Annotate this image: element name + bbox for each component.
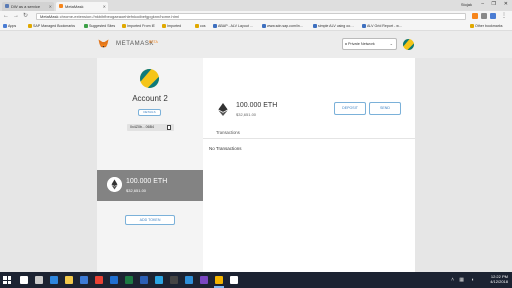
bookmark-item[interactable]: www.sdn.sap.com/in…: [262, 24, 303, 28]
token-fiat: $32,651.00: [126, 188, 147, 193]
tray-arrow-icon[interactable]: ˄: [451, 277, 454, 283]
folder-icon: [122, 24, 126, 28]
wallet-card: Account 2 DETAILS 0x4Z0b…06B4 100.000 ET…: [97, 58, 415, 285]
outlook-icon[interactable]: [110, 276, 118, 284]
folder-icon: [162, 24, 166, 28]
extension-icon[interactable]: [490, 13, 496, 19]
folder-icon: [195, 24, 199, 28]
menu-icon[interactable]: ⋮: [501, 13, 507, 19]
no-transactions-text: No Transactions: [209, 146, 242, 151]
task-view-icon[interactable]: [35, 276, 43, 284]
metamask-favicon: [59, 4, 63, 8]
url-text: chrome-extension://nkbihfbeogaeaoehlefnk…: [59, 14, 179, 19]
account-avatar: [140, 69, 159, 88]
page-icon: [362, 24, 366, 28]
taskbar: ˄ ▦ ◖ 12:22 PM 4/12/2018: [0, 272, 512, 288]
balance-amount: 100.000 ETH: [236, 102, 278, 109]
url-input[interactable]: MetaMask chrome-extension://nkbihfbeogae…: [36, 13, 466, 20]
search-icon[interactable]: [20, 276, 28, 284]
network-label: Private Network: [348, 42, 375, 46]
add-token-button[interactable]: ADD TOKEN: [125, 215, 175, 225]
folder-icon: [470, 24, 474, 28]
windows-start-icon[interactable]: [3, 276, 11, 284]
beta-badge: BETA: [149, 40, 158, 44]
token-amount: 100.000 ETH: [126, 178, 168, 185]
tab-metamask[interactable]: MetaMask ✕: [56, 2, 108, 11]
account-name: Account 2: [132, 94, 168, 103]
copy-icon[interactable]: [167, 125, 171, 130]
metamask-fox-icon: [98, 39, 109, 48]
tab-favicon: [5, 4, 9, 8]
bookmark-other[interactable]: Other bookmarks: [470, 24, 503, 28]
bookmark-item[interactable]: Imported From IE: [122, 24, 155, 28]
reload-icon[interactable]: ↻: [23, 13, 28, 19]
tab-dw-as-a-service[interactable]: DW as a service ✕: [2, 2, 54, 11]
store-icon[interactable]: [80, 276, 88, 284]
volume-icon[interactable]: ◖: [471, 277, 474, 283]
bookmark-item[interactable]: ALV Grid Report - w…: [362, 24, 402, 28]
window-user: Stojak: [460, 2, 472, 7]
maximize-icon[interactable]: ❐: [492, 1, 496, 7]
notes-icon[interactable]: [200, 276, 208, 284]
excel-icon[interactable]: [125, 276, 133, 284]
chrome-icon[interactable]: [95, 276, 103, 284]
metamask-page: METAMASK BETA Private Network ⌄ Account …: [0, 31, 512, 285]
apps-icon: [3, 24, 7, 28]
ie-icon[interactable]: [50, 276, 58, 284]
terminal-icon[interactable]: [170, 276, 178, 284]
clock-date: 4/12/2018: [490, 279, 508, 284]
details-button[interactable]: DETAILS: [138, 109, 161, 116]
eth-token-icon: [107, 177, 122, 192]
eth-icon: [218, 103, 228, 116]
vscode-icon[interactable]: [185, 276, 193, 284]
transactions-heading: Transactions: [216, 130, 240, 135]
minimize-icon[interactable]: –: [481, 1, 484, 7]
account-address[interactable]: 0x4Z0b…06B4: [127, 124, 174, 131]
send-button[interactable]: SEND: [369, 102, 401, 115]
browser-tab-strip: DW as a service ✕ MetaMask ✕ Stojak – ❐ …: [0, 0, 512, 11]
tab-label: MetaMask: [65, 4, 84, 9]
network-dropdown[interactable]: Private Network ⌄: [342, 38, 397, 50]
explorer-icon[interactable]: [65, 276, 73, 284]
balance-fiat: $32,651.00: [236, 112, 257, 117]
tab-label: DW as a service: [11, 4, 41, 9]
page-icon: [313, 24, 317, 28]
address-bar-row: ← → ↻ MetaMask chrome-extension://nkbihf…: [0, 11, 512, 22]
page-icon: [84, 24, 88, 28]
network-icon[interactable]: ▦: [459, 277, 464, 283]
bookmark-item[interactable]: simple ALV using oo…: [313, 24, 354, 28]
bookmark-apps[interactable]: Apps: [3, 24, 16, 28]
account-sidebar: Account 2 DETAILS 0x4Z0b…06B4 100.000 ET…: [97, 58, 203, 285]
url-scheme: MetaMask: [40, 14, 59, 19]
app-header: METAMASK BETA Private Network ⌄: [0, 31, 512, 58]
close-icon[interactable]: ✕: [103, 4, 106, 9]
bookmark-item[interactable]: Imported: [162, 24, 181, 28]
address-text: 0x4Z0b…06B4: [130, 125, 154, 129]
folder-icon: [28, 24, 32, 28]
bookmarks-bar: Apps SAP Managed Bookmarks Suggested Sit…: [0, 22, 512, 31]
app-icon[interactable]: [230, 276, 238, 284]
page-icon: [262, 24, 266, 28]
clock[interactable]: 12:22 PM 4/12/2018: [490, 274, 508, 284]
extension-icon[interactable]: [481, 13, 487, 19]
bookmark-item[interactable]: SAP Managed Bookmarks: [28, 24, 75, 28]
bookmark-item[interactable]: cos: [195, 24, 206, 28]
forward-icon[interactable]: →: [13, 13, 19, 19]
token-row-eth[interactable]: 100.000 ETH $32,651.00: [97, 170, 203, 201]
deposit-button[interactable]: DEPOSIT: [334, 102, 366, 115]
account-menu-avatar[interactable]: [403, 39, 414, 50]
chevron-down-icon: ⌄: [389, 41, 393, 46]
word-icon[interactable]: [140, 276, 148, 284]
close-icon[interactable]: ✕: [49, 4, 52, 9]
skype-icon[interactable]: [155, 276, 163, 284]
divider: [203, 138, 415, 139]
page-icon: [213, 24, 217, 28]
metamask-extension-icon[interactable]: [472, 13, 478, 19]
network-status-icon: [345, 43, 347, 45]
chrome-active-icon[interactable]: [215, 276, 223, 284]
bookmark-item[interactable]: ABAP - ALV Layout …: [213, 24, 253, 28]
window-close-icon[interactable]: ✕: [504, 1, 508, 7]
bookmark-item[interactable]: Suggested Sites: [84, 24, 115, 28]
back-icon[interactable]: ←: [3, 13, 9, 19]
